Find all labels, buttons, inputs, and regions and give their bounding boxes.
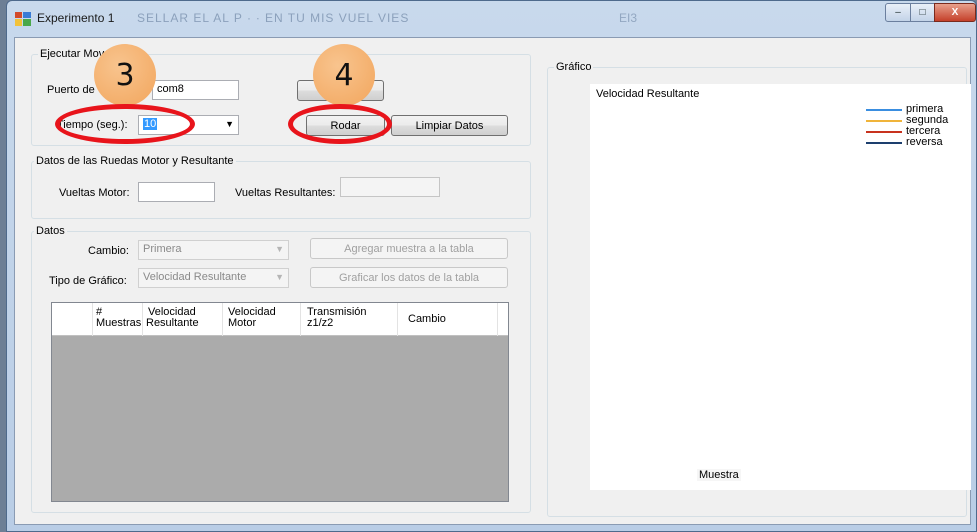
- chart-area[interactable]: Velocidad Resultante primera segunda terce…: [590, 84, 971, 490]
- datos-group-label: Datos: [34, 225, 67, 237]
- column-header-line: Cambio: [408, 313, 446, 325]
- graficar-datos-button[interactable]: Graficar los datos de la tabla: [310, 267, 508, 288]
- column-header-velocidad-motor[interactable]: Velocidad Motor: [223, 303, 301, 336]
- app-icon: [15, 12, 31, 26]
- legend-item-reversa: reversa: [866, 137, 948, 148]
- puerto-label: Puerto de: [47, 84, 95, 96]
- limpiar-datos-button[interactable]: Limpiar Datos: [391, 115, 508, 136]
- cambio-label: Cambio:: [88, 245, 129, 257]
- close-button[interactable]: X: [934, 3, 976, 22]
- tipo-grafico-label: Tipo de Gráfico:: [49, 275, 127, 287]
- title-bar[interactable]: Experimento 1 SELLAR EL AL P · ∙ EN TU M…: [7, 1, 976, 35]
- minimize-button[interactable]: –: [885, 3, 911, 22]
- annotation-ring-tiempo: [55, 104, 195, 144]
- column-header-line: Muestras: [96, 317, 142, 329]
- legend-swatch: [866, 142, 902, 144]
- column-header-transmision[interactable]: Transmisión z1/z2: [301, 303, 398, 336]
- annotation-badge-4: 4: [313, 44, 375, 106]
- vueltas-motor-label: Vueltas Motor:: [59, 187, 130, 199]
- blurred-title-text: SELLAR EL AL P · ∙ EN TU MIS VUEL VIES: [137, 11, 410, 25]
- tipo-grafico-value: Velocidad Resultante: [143, 271, 247, 283]
- chevron-down-icon: ▼: [225, 119, 234, 129]
- chart-legend: primera segunda tercera reversa: [866, 104, 948, 148]
- vueltas-motor-input[interactable]: [138, 182, 215, 202]
- legend-swatch: [866, 131, 902, 133]
- puerto-input[interactable]: com8: [152, 80, 239, 100]
- chart-x-axis-label: Muestra: [697, 469, 741, 481]
- chevron-down-icon: ▼: [275, 244, 284, 254]
- legend-label: reversa: [906, 136, 943, 148]
- column-header-muestras[interactable]: # Muestras: [93, 303, 143, 336]
- vueltas-resultantes-input[interactable]: [340, 177, 440, 197]
- annotation-badge-3: 3: [94, 44, 156, 106]
- agregar-muestra-button[interactable]: Agregar muestra a la tabla: [310, 238, 508, 259]
- column-header-line: Resultante: [146, 317, 199, 329]
- column-header-velocidad-resultante[interactable]: Velocidad Resultante: [143, 303, 223, 336]
- ejecutar-group-label: Ejecutar Mov: [38, 48, 107, 60]
- annotation-ring-rodar: [288, 104, 392, 144]
- column-header-line: Motor: [228, 317, 257, 329]
- blurred-title-text-right: EI3: [619, 11, 638, 25]
- vueltas-resultantes-label: Vueltas Resultantes:: [235, 187, 336, 199]
- tipo-grafico-combo[interactable]: Velocidad Resultante ▼: [138, 268, 289, 288]
- grid-header: # Muestras Velocidad Resultante Velocida…: [52, 303, 508, 336]
- row-header-corner: [52, 303, 93, 336]
- cambio-value: Primera: [143, 243, 182, 255]
- legend-swatch: [866, 120, 902, 122]
- window-title: Experimento 1: [37, 11, 115, 25]
- column-header-line: z1/z2: [307, 317, 334, 329]
- maximize-button[interactable]: □: [910, 3, 935, 22]
- cambio-combo[interactable]: Primera ▼: [138, 240, 289, 260]
- chart-title: Velocidad Resultante: [596, 88, 700, 100]
- ruedas-group-label: Datos de las Ruedas Motor y Resultante: [34, 155, 236, 167]
- chevron-down-icon: ▼: [275, 272, 284, 282]
- data-grid[interactable]: # Muestras Velocidad Resultante Velocida…: [51, 302, 509, 502]
- grafico-group-label: Gráfico: [554, 61, 594, 73]
- column-header-cambio[interactable]: Cambio: [398, 303, 498, 336]
- legend-swatch: [866, 109, 902, 111]
